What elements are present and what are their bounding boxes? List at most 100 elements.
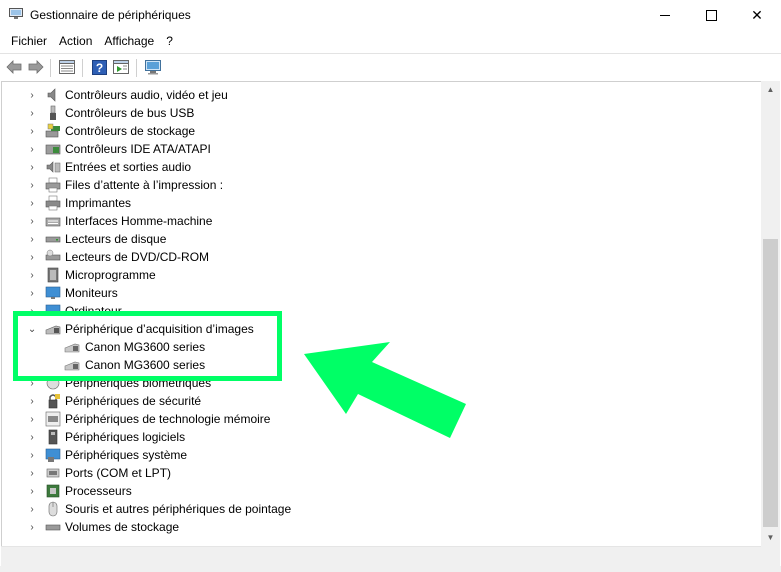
tree-item-printers[interactable]: › Imprimantes bbox=[2, 194, 702, 212]
tree-item-label: Contrôleurs de bus USB bbox=[65, 106, 195, 120]
vertical-scroll-thumb[interactable] bbox=[763, 239, 778, 527]
title-bar: Gestionnaire de périphériques ✕ bbox=[0, 0, 781, 31]
tree-item-label: Microprogramme bbox=[65, 268, 156, 282]
software-device-icon bbox=[48, 429, 58, 445]
tree-item-processors[interactable]: › Processeurs bbox=[2, 482, 702, 500]
tree-item-label: Ports (COM et LPT) bbox=[65, 466, 172, 480]
tree-item-dvd-drives[interactable]: › Lecteurs de DVD/CD-ROM bbox=[2, 248, 702, 266]
storage-controller-icon bbox=[45, 123, 60, 138]
highlight-box bbox=[13, 311, 282, 381]
expand-chevron-icon[interactable]: › bbox=[28, 288, 36, 299]
action-pane-button[interactable] bbox=[112, 59, 130, 75]
tree-item-audio-io[interactable]: › Entrées et sorties audio bbox=[2, 158, 702, 176]
menu-action[interactable]: Action bbox=[53, 31, 98, 52]
properties-view-button[interactable] bbox=[58, 59, 76, 75]
toolbar-separator bbox=[82, 59, 83, 77]
help-button[interactable]: ? bbox=[90, 59, 108, 75]
maximize-button[interactable] bbox=[688, 0, 734, 31]
hid-icon bbox=[45, 217, 61, 227]
expand-chevron-icon[interactable]: › bbox=[28, 234, 36, 245]
menu-bar: Fichier Action Affichage ? bbox=[0, 31, 781, 52]
usb-icon bbox=[50, 105, 56, 120]
tree-item-label: Périphériques logiciels bbox=[65, 430, 186, 444]
status-bar bbox=[0, 566, 781, 572]
minimize-button[interactable] bbox=[642, 0, 688, 31]
tree-item-label: Souris et autres périphériques de pointa… bbox=[65, 502, 292, 516]
expand-chevron-icon[interactable]: › bbox=[28, 468, 36, 479]
expand-chevron-icon[interactable]: › bbox=[28, 432, 36, 443]
tree-item-hid[interactable]: › Interfaces Homme-machine bbox=[2, 212, 702, 230]
device-manager-app-icon bbox=[9, 8, 23, 19]
tree-item-monitors[interactable]: › Moniteurs bbox=[2, 284, 702, 302]
maximize-icon bbox=[705, 10, 717, 21]
expand-chevron-icon[interactable]: › bbox=[28, 90, 36, 101]
toolbar: ? bbox=[0, 53, 781, 81]
tree-item-label: Interfaces Homme-machine bbox=[65, 214, 213, 228]
menu-fichier[interactable]: Fichier bbox=[0, 31, 53, 52]
back-arrow-icon bbox=[6, 60, 22, 74]
tree-item-storage-controllers[interactable]: › Contrôleurs de stockage bbox=[2, 122, 702, 140]
horizontal-scrollbar[interactable] bbox=[1, 546, 761, 567]
tree-item-label: Volumes de stockage bbox=[65, 520, 180, 534]
back-button[interactable] bbox=[5, 59, 23, 75]
scrollbar-corner bbox=[761, 546, 780, 566]
vertical-scrollbar[interactable]: ▲ ▼ bbox=[761, 81, 780, 546]
tree-item-storage-volumes[interactable]: › Volumes de stockage bbox=[2, 518, 702, 536]
expand-chevron-icon[interactable]: › bbox=[28, 270, 36, 281]
svg-text:?: ? bbox=[95, 61, 102, 75]
scan-hardware-button[interactable] bbox=[144, 59, 162, 75]
expand-chevron-icon[interactable]: › bbox=[28, 180, 36, 191]
tree-item-ide-controllers[interactable]: › Contrôleurs IDE ATA/ATAPI bbox=[2, 140, 702, 158]
tree-item-label: Périphériques de technologie mémoire bbox=[65, 412, 271, 426]
tree-item-usb-controllers[interactable]: › Contrôleurs de bus USB bbox=[2, 104, 702, 122]
tree-item-firmware[interactable]: › Microprogramme bbox=[2, 266, 702, 284]
memory-tech-icon bbox=[45, 411, 61, 427]
expand-chevron-icon[interactable]: › bbox=[28, 504, 36, 515]
forward-arrow-icon bbox=[28, 60, 44, 74]
firmware-icon bbox=[47, 267, 59, 283]
toolbar-separator bbox=[136, 59, 137, 77]
window-title: Gestionnaire de périphériques bbox=[30, 8, 191, 22]
scroll-down-icon[interactable]: ▼ bbox=[761, 529, 780, 546]
expand-chevron-icon[interactable]: › bbox=[28, 396, 36, 407]
help-icon: ? bbox=[91, 59, 107, 75]
printer-icon bbox=[45, 195, 61, 211]
expand-chevron-icon[interactable]: › bbox=[28, 198, 36, 209]
expand-chevron-icon[interactable]: › bbox=[28, 162, 36, 173]
expand-chevron-icon[interactable]: › bbox=[28, 522, 36, 533]
expand-chevron-icon[interactable]: › bbox=[28, 216, 36, 227]
ide-icon bbox=[45, 144, 61, 155]
tree-item-mice[interactable]: › Souris et autres périphériques de poin… bbox=[2, 500, 702, 518]
tree-item-ports[interactable]: › Ports (COM et LPT) bbox=[2, 464, 702, 482]
tree-item-label: Imprimantes bbox=[65, 196, 132, 210]
expand-chevron-icon[interactable]: › bbox=[28, 450, 36, 461]
forward-button[interactable] bbox=[27, 59, 45, 75]
tree-item-disk-drives[interactable]: › Lecteurs de disque bbox=[2, 230, 702, 248]
scan-monitor-icon bbox=[144, 59, 161, 74]
menu-help[interactable]: ? bbox=[160, 31, 179, 52]
annotation-arrow-icon bbox=[304, 342, 466, 438]
menu-affichage[interactable]: Affichage bbox=[98, 31, 160, 52]
processor-icon bbox=[46, 484, 60, 498]
close-icon: ✕ bbox=[751, 7, 763, 23]
tree-item-label: Contrôleurs audio, vidéo et jeu bbox=[65, 88, 228, 102]
tree-item-label: Lecteurs de DVD/CD-ROM bbox=[65, 250, 210, 264]
dvd-icon bbox=[45, 249, 61, 261]
tree-item-audio-video-controllers[interactable]: › Contrôleurs audio, vidéo et jeu bbox=[2, 86, 702, 104]
expand-chevron-icon[interactable]: › bbox=[28, 486, 36, 497]
tree-item-print-queues[interactable]: › Files d’attente à l’impression : bbox=[2, 176, 702, 194]
speaker-icon bbox=[47, 88, 56, 102]
toolbar-separator bbox=[50, 59, 51, 77]
storage-volume-icon bbox=[45, 524, 61, 531]
mouse-icon bbox=[48, 501, 58, 517]
system-device-icon bbox=[45, 448, 61, 462]
scroll-up-icon[interactable]: ▲ bbox=[761, 81, 780, 98]
pane-toggle-icon bbox=[113, 60, 129, 74]
expand-chevron-icon[interactable]: › bbox=[28, 144, 36, 155]
expand-chevron-icon[interactable]: › bbox=[28, 414, 36, 425]
expand-chevron-icon[interactable]: › bbox=[28, 252, 36, 263]
close-button[interactable]: ✕ bbox=[734, 0, 780, 31]
monitor-icon bbox=[45, 286, 61, 299]
expand-chevron-icon[interactable]: › bbox=[28, 126, 36, 137]
expand-chevron-icon[interactable]: › bbox=[28, 108, 36, 119]
